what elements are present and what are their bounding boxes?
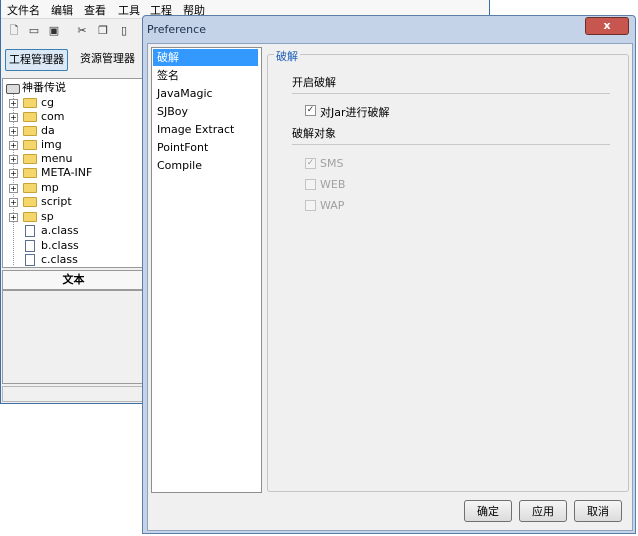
folder-icon: [23, 126, 37, 136]
paste-icon[interactable]: ▯: [117, 24, 131, 38]
class-file-icon: [25, 225, 35, 237]
new-file-icon[interactable]: 🗋: [7, 24, 21, 38]
separator: [292, 144, 610, 145]
web-checkbox[interactable]: [305, 179, 316, 190]
tab-project-manager[interactable]: 工程管理器: [5, 49, 68, 71]
folder-icon: [23, 112, 37, 122]
section-enable-label: 开启破解: [292, 76, 336, 89]
menu-edit[interactable]: 编辑: [51, 2, 73, 18]
open-icon[interactable]: ▭: [27, 24, 41, 38]
folder-icon: [23, 140, 37, 150]
expand-icon[interactable]: +: [9, 99, 18, 108]
folder-icon: [23, 168, 37, 178]
tree-file[interactable]: c.class: [3, 253, 144, 267]
category-sign[interactable]: 签名: [153, 67, 258, 84]
expand-icon[interactable]: +: [9, 213, 18, 222]
category-compile[interactable]: Compile: [153, 157, 258, 174]
tree-file[interactable]: b.class: [3, 239, 144, 253]
expand-icon[interactable]: +: [9, 169, 18, 178]
expand-icon[interactable]: +: [9, 198, 18, 207]
folder-icon: [23, 197, 37, 207]
expand-icon[interactable]: +: [9, 113, 18, 122]
tree-folder[interactable]: + da: [3, 124, 144, 138]
tree-folder[interactable]: + sp: [3, 210, 144, 224]
cut-icon[interactable]: ✂: [75, 24, 89, 38]
category-image-extract[interactable]: Image Extract: [153, 121, 258, 138]
text-panel-header: 文本: [2, 270, 145, 290]
project-tree: 神番传说 + cg + com + da + img + menu + META…: [2, 78, 145, 268]
panel-tabs: 工程管理器 资源管理器: [1, 46, 144, 74]
category-sjboy[interactable]: SJBoy: [153, 103, 258, 120]
save-icon[interactable]: ▣: [47, 24, 61, 38]
expand-icon[interactable]: +: [9, 184, 18, 193]
dialog-title: Preference: [147, 23, 206, 36]
cancel-button[interactable]: 取消: [574, 500, 622, 522]
ok-button[interactable]: 确定: [464, 500, 512, 522]
tree-folder[interactable]: + META-INF: [3, 166, 144, 180]
expand-icon[interactable]: +: [9, 141, 18, 150]
expand-icon[interactable]: +: [9, 155, 18, 164]
apply-button[interactable]: 应用: [519, 500, 567, 522]
menu-tools[interactable]: 工具: [118, 2, 140, 18]
enable-crack-label[interactable]: 对Jar进行破解: [320, 104, 390, 120]
preference-dialog: Preference x 破解 签名 JavaMagic SJBoy Image…: [142, 15, 636, 534]
category-crack[interactable]: 破解: [153, 49, 258, 66]
category-pointfont[interactable]: PointFont: [153, 139, 258, 156]
group-title: 破解: [274, 48, 300, 64]
text-panel[interactable]: [2, 290, 145, 384]
enable-crack-checkbox[interactable]: ✓: [305, 105, 316, 116]
sms-label[interactable]: SMS: [320, 157, 343, 170]
category-javamagic[interactable]: JavaMagic: [153, 85, 258, 102]
wap-label[interactable]: WAP: [320, 199, 344, 212]
folder-icon: [23, 212, 37, 222]
class-file-icon: [25, 240, 35, 252]
menu-file[interactable]: 文件名: [7, 2, 40, 18]
dialog-body: 破解 签名 JavaMagic SJBoy Image Extract Poin…: [147, 43, 633, 531]
tree-folder[interactable]: + script: [3, 195, 144, 209]
web-label[interactable]: WEB: [320, 178, 345, 191]
class-file-icon: [25, 254, 35, 266]
dialog-titlebar[interactable]: Preference x: [143, 16, 635, 42]
category-list: 破解 签名 JavaMagic SJBoy Image Extract Poin…: [151, 47, 262, 493]
tree-folder[interactable]: + img: [3, 138, 144, 152]
tree-folder[interactable]: + mp: [3, 181, 144, 195]
section-targets-label: 破解对象: [292, 127, 336, 140]
tree-folder[interactable]: + com: [3, 110, 144, 124]
copy-icon[interactable]: ❐: [96, 24, 110, 38]
tree-folder[interactable]: + menu: [3, 152, 144, 166]
sms-checkbox[interactable]: ✓: [305, 158, 316, 169]
folder-icon: [23, 183, 37, 193]
menu-view[interactable]: 查看: [84, 2, 106, 18]
separator: [292, 93, 610, 94]
folder-icon: [23, 98, 37, 108]
tree-file[interactable]: a.class: [3, 224, 144, 238]
drive-icon: [6, 84, 20, 94]
expand-icon[interactable]: +: [9, 127, 18, 136]
crack-settings-group: 破解 开启破解 ✓ 对Jar进行破解 破解对象 ✓ SMS WEB WAP: [267, 48, 629, 492]
tree-root[interactable]: 神番传说: [3, 81, 144, 95]
folder-icon: [23, 154, 37, 164]
wap-checkbox[interactable]: [305, 200, 316, 211]
tree-folder[interactable]: + cg: [3, 96, 144, 110]
close-button[interactable]: x: [585, 17, 629, 35]
tab-resource-manager[interactable]: 资源管理器: [77, 49, 138, 69]
